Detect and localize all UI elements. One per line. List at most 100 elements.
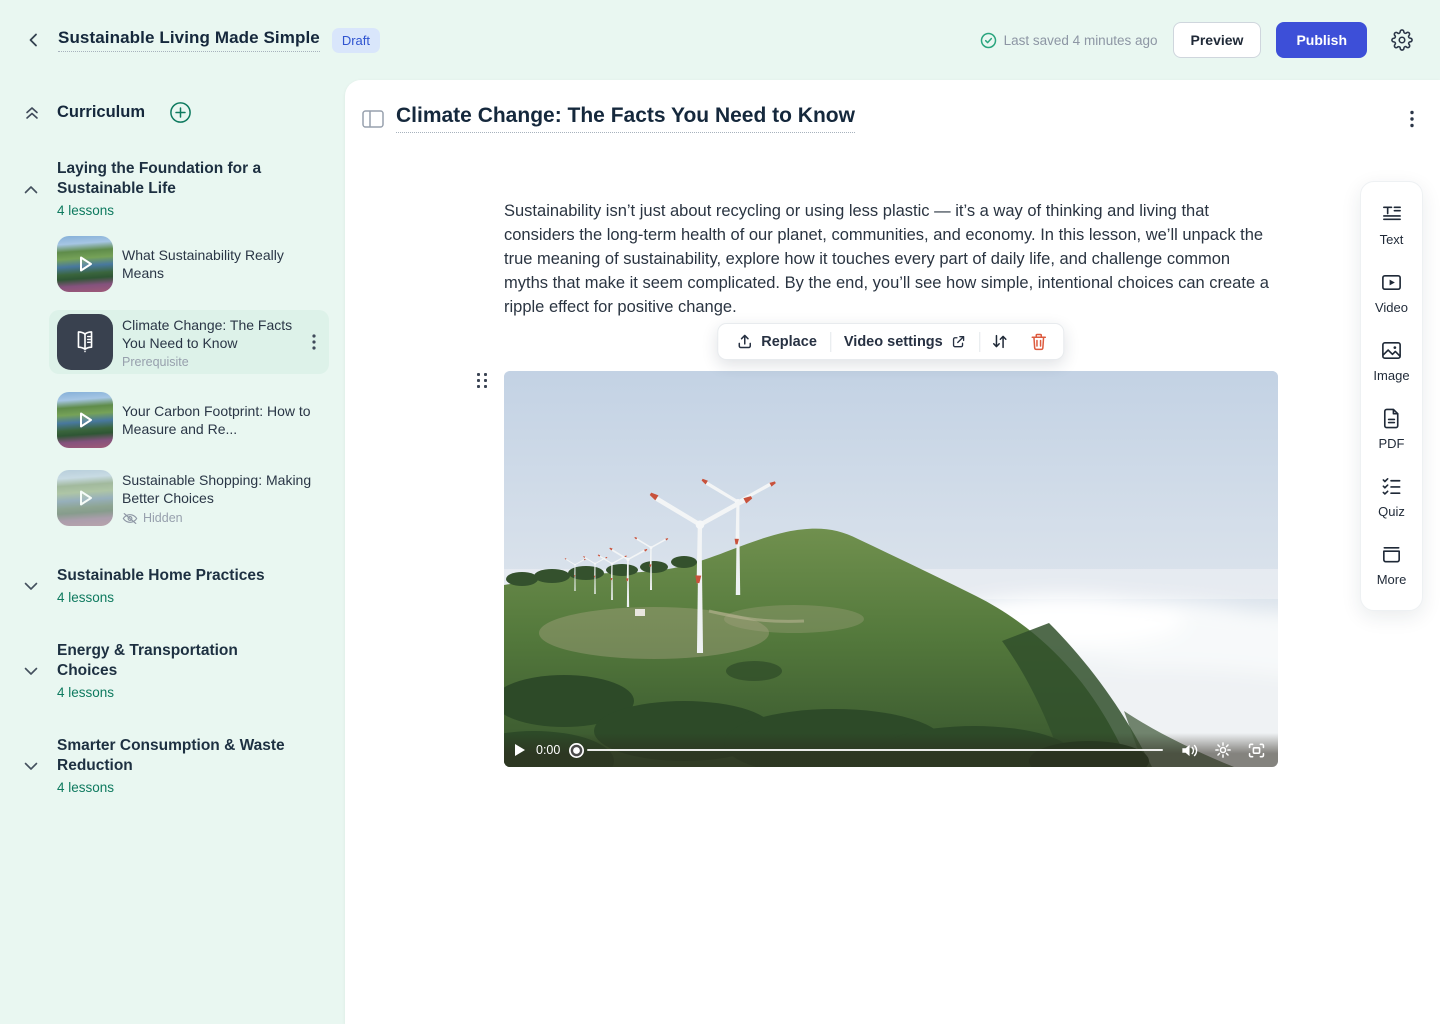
lesson-item[interactable]: What Sustainability Really Means — [49, 232, 329, 296]
lesson-title: Sustainable Shopping: Making Better Choi… — [122, 471, 321, 507]
lesson-video-thumbnail — [57, 236, 113, 292]
lesson-title: What Sustainability Really Means — [122, 246, 321, 282]
publish-button[interactable]: Publish — [1276, 22, 1367, 58]
add-pdf-block[interactable]: PDF — [1361, 396, 1422, 464]
curriculum-section: Sustainable Home Practices 4 lessons — [24, 566, 329, 605]
back-icon[interactable] — [24, 30, 44, 50]
add-section-icon[interactable] — [170, 102, 191, 123]
collapse-all-icon[interactable] — [24, 104, 40, 122]
add-text-block[interactable]: Text — [1361, 192, 1422, 260]
upload-icon — [736, 333, 753, 350]
palette-label: Text — [1380, 232, 1404, 247]
replace-label: Replace — [761, 334, 817, 350]
course-builder-screen: Sustainable Living Made Simple Draft Las… — [0, 0, 1440, 1024]
quiz-block-icon — [1380, 475, 1403, 498]
video-time: 0:00 — [536, 743, 560, 757]
chevron-up-icon[interactable] — [24, 161, 40, 218]
video-settings-label: Video settings — [844, 334, 943, 350]
video-settings-gear-icon[interactable] — [1214, 741, 1232, 759]
replace-button[interactable]: Replace — [723, 324, 830, 359]
lesson-item[interactable]: Your Carbon Footprint: How to Measure an… — [49, 388, 329, 452]
status-badge: Draft — [332, 28, 380, 53]
fullscreen-icon[interactable] — [1247, 742, 1266, 759]
toggle-panel-icon[interactable] — [362, 110, 384, 128]
add-more-block[interactable]: More — [1361, 532, 1422, 600]
preview-button[interactable]: Preview — [1173, 22, 1262, 58]
palette-label: Quiz — [1378, 504, 1405, 519]
section-lesson-count: 4 lessons — [57, 780, 297, 795]
lesson-item-selected[interactable]: Climate Change: The Facts You Need to Kn… — [49, 310, 329, 374]
move-block-button[interactable] — [981, 324, 1020, 359]
curriculum-header: Curriculum — [57, 103, 145, 122]
play-icon — [57, 470, 113, 526]
topbar: Sustainable Living Made Simple Draft Las… — [0, 0, 1440, 80]
palette-label: Image — [1373, 368, 1409, 383]
open-book-icon — [71, 329, 99, 355]
video-settings-button[interactable]: Video settings — [831, 324, 980, 359]
lesson-body-text[interactable]: Sustainability isn’t just about recyclin… — [504, 199, 1278, 319]
curriculum-sidebar: Curriculum Laying the Foundation for a S… — [0, 80, 345, 1024]
curriculum-section: Smarter Consumption & Waste Reduction 4 … — [24, 736, 329, 795]
video-player[interactable]: 0:00 — [504, 371, 1278, 767]
lesson-title: Your Carbon Footprint: How to Measure an… — [122, 402, 321, 438]
play-button[interactable] — [514, 743, 526, 757]
section-title: Energy & Transportation Choices — [57, 641, 297, 681]
lesson-kebab-icon[interactable] — [309, 334, 319, 350]
lesson-item-hidden[interactable]: Sustainable Shopping: Making Better Choi… — [49, 466, 329, 530]
external-link-icon — [951, 334, 967, 350]
save-status-text: Last saved 4 minutes ago — [1004, 33, 1158, 48]
chevron-down-icon[interactable] — [24, 738, 40, 795]
wind-turbines-video-frame — [504, 371, 1278, 767]
video-block-icon — [1380, 271, 1403, 294]
sort-arrows-icon — [992, 333, 1009, 350]
palette-label: PDF — [1379, 436, 1405, 451]
palette-label: More — [1377, 572, 1407, 587]
lesson-title: Climate Change: The Facts You Need to Kn… — [122, 316, 300, 352]
eye-off-icon — [122, 512, 138, 525]
video-controls: 0:00 — [504, 733, 1278, 767]
section-header[interactable]: Sustainable Home Practices 4 lessons — [24, 566, 329, 605]
text-block-icon — [1380, 203, 1403, 226]
pdf-block-icon — [1380, 407, 1403, 430]
section-title: Laying the Foundation for a Sustainable … — [57, 159, 297, 199]
section-lesson-count: 4 lessons — [57, 590, 265, 605]
video-block-toolbar: Replace Video settings — [717, 323, 1064, 360]
curriculum-section: Laying the Foundation for a Sustainable … — [24, 159, 329, 530]
lesson-video-thumbnail — [57, 470, 113, 526]
play-icon — [57, 236, 113, 292]
add-image-block[interactable]: Image — [1361, 328, 1422, 396]
section-title: Sustainable Home Practices — [57, 566, 265, 586]
section-header[interactable]: Laying the Foundation for a Sustainable … — [24, 159, 329, 218]
lesson-prerequisite-label: Prerequisite — [122, 355, 300, 369]
lesson-video-thumbnail — [57, 392, 113, 448]
drag-handle[interactable] — [477, 373, 487, 388]
palette-label: Video — [1375, 300, 1408, 315]
image-block-icon — [1380, 339, 1403, 362]
content-block-palette: Text Video Image PDF Quiz More — [1360, 181, 1423, 611]
lesson-hidden-label: Hidden — [143, 511, 183, 525]
check-circle-icon — [980, 32, 997, 49]
section-header[interactable]: Energy & Transportation Choices 4 lesson… — [24, 641, 329, 700]
progress-bar[interactable] — [587, 749, 1163, 751]
lesson-options-kebab-icon[interactable] — [1410, 110, 1414, 128]
delete-block-button[interactable] — [1020, 324, 1059, 359]
chevron-down-icon[interactable] — [24, 643, 40, 700]
section-header[interactable]: Smarter Consumption & Waste Reduction 4 … — [24, 736, 329, 795]
add-quiz-block[interactable]: Quiz — [1361, 464, 1422, 532]
section-title: Smarter Consumption & Waste Reduction — [57, 736, 297, 776]
scrubber-handle[interactable] — [568, 742, 585, 759]
section-lesson-count: 4 lessons — [57, 203, 297, 218]
curriculum-section: Energy & Transportation Choices 4 lesson… — [24, 641, 329, 700]
volume-icon[interactable] — [1181, 743, 1199, 758]
section-lesson-count: 4 lessons — [57, 685, 297, 700]
more-blocks-icon — [1380, 543, 1403, 566]
lesson-page-title[interactable]: Climate Change: The Facts You Need to Kn… — [396, 104, 855, 133]
play-icon — [57, 392, 113, 448]
trash-icon — [1031, 333, 1048, 351]
chevron-down-icon[interactable] — [24, 568, 40, 605]
course-title[interactable]: Sustainable Living Made Simple — [58, 28, 320, 52]
lesson-editor: Climate Change: The Facts You Need to Kn… — [345, 80, 1440, 1024]
add-video-block[interactable]: Video — [1361, 260, 1422, 328]
save-status: Last saved 4 minutes ago — [980, 32, 1158, 49]
settings-gear-icon[interactable] — [1390, 28, 1414, 52]
